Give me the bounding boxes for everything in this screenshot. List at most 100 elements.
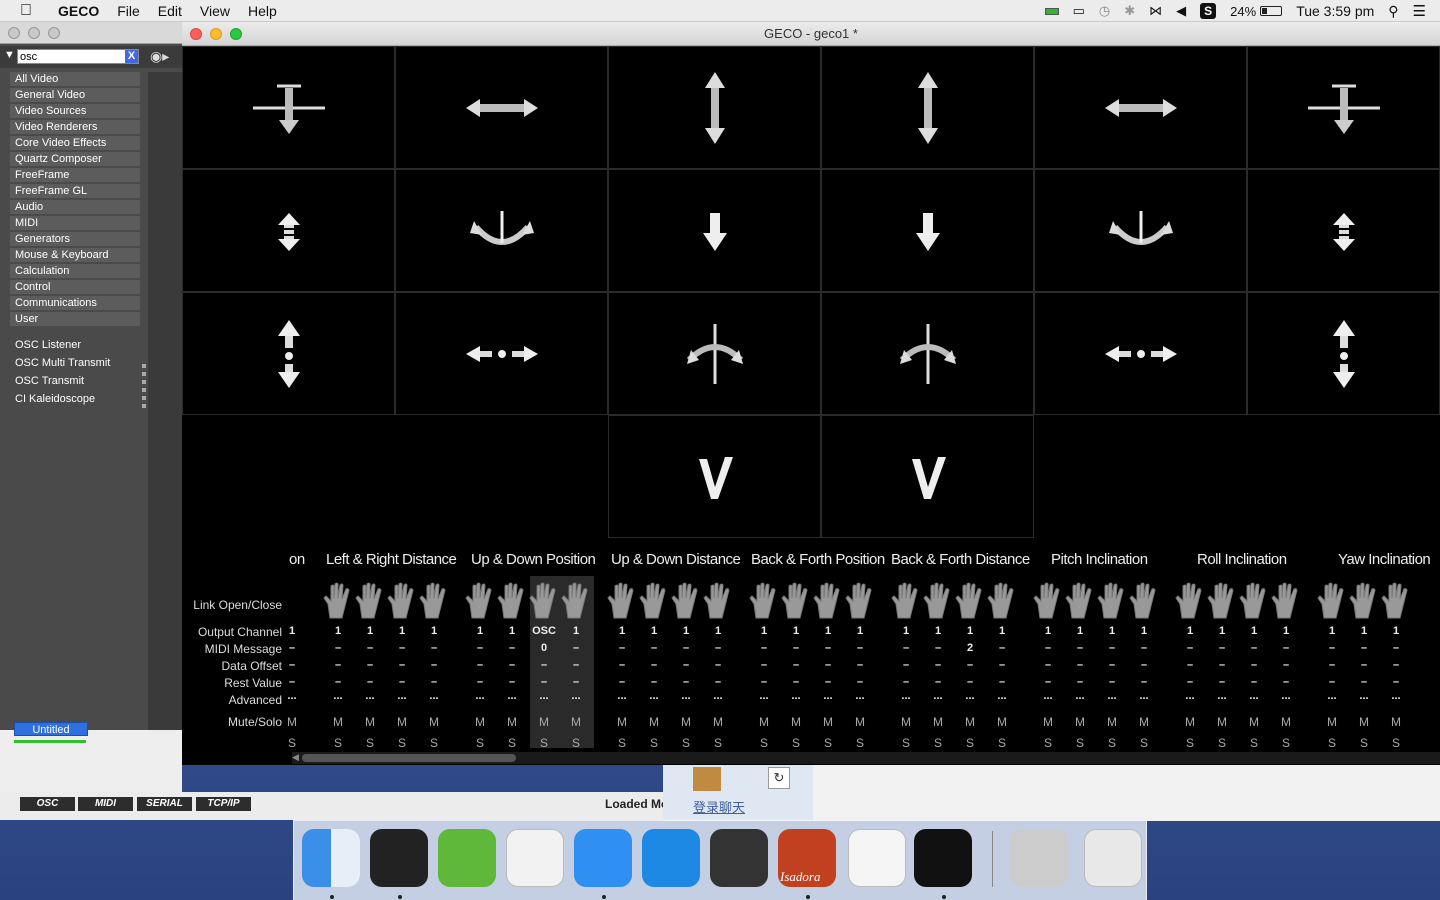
mute-button[interactable]: M: [813, 715, 843, 729]
midi-message-value[interactable]: –: [1317, 642, 1347, 654]
battery-icon[interactable]: [1260, 6, 1283, 16]
time-machine-icon[interactable]: ◷: [1099, 3, 1110, 19]
close-button[interactable]: [8, 27, 20, 39]
midi-message-value[interactable]: –: [561, 642, 591, 654]
solo-button[interactable]: S: [781, 736, 811, 750]
rest-value[interactable]: –: [355, 676, 385, 688]
advanced-button[interactable]: ...: [891, 690, 921, 702]
output-channel-value[interactable]: 1: [749, 625, 779, 637]
link-hand-icon[interactable]: [464, 582, 496, 620]
midi-message-value[interactable]: –: [891, 642, 921, 654]
category-general-video[interactable]: General Video: [10, 88, 140, 102]
rest-value[interactable]: –: [1033, 676, 1063, 688]
midi-message-value[interactable]: –: [923, 642, 953, 654]
output-channel-value[interactable]: 1: [1033, 625, 1063, 637]
spotlight-icon[interactable]: ⚲: [1388, 3, 1398, 20]
menu-view[interactable]: View: [200, 3, 230, 19]
mute-button[interactable]: M: [923, 715, 953, 729]
solo-button[interactable]: S: [923, 736, 953, 750]
advanced-button[interactable]: ...: [529, 690, 559, 702]
link-hand-icon[interactable]: [606, 582, 638, 620]
data-offset-value[interactable]: –: [891, 659, 921, 671]
solo-button[interactable]: S: [1207, 736, 1237, 750]
battery-percent[interactable]: 24%: [1230, 4, 1256, 19]
output-channel-value[interactable]: 1: [813, 625, 843, 637]
volume-icon[interactable]: ◀: [1176, 3, 1186, 19]
mute-button[interactable]: M: [419, 715, 449, 729]
rest-value[interactable]: –: [891, 676, 921, 688]
disclosure-triangle-icon[interactable]: ▼: [4, 49, 15, 61]
midi-message-value[interactable]: –: [1349, 642, 1379, 654]
data-offset-value[interactable]: –: [781, 659, 811, 671]
advanced-button[interactable]: ...: [323, 690, 353, 702]
category-video-sources[interactable]: Video Sources: [10, 104, 140, 118]
solo-button[interactable]: S: [703, 736, 733, 750]
mute-button[interactable]: M: [781, 715, 811, 729]
mute-button[interactable]: M: [607, 715, 637, 729]
link-hand-icon[interactable]: [354, 582, 386, 620]
advanced-button[interactable]: ...: [1065, 690, 1095, 702]
menu-app-name[interactable]: GECO: [58, 3, 99, 19]
advanced-button[interactable]: ...: [813, 690, 843, 702]
protocol-serial[interactable]: SERIAL: [137, 797, 192, 811]
mute-button[interactable]: M: [703, 715, 733, 729]
minimize-button[interactable]: [28, 27, 40, 39]
solo-button[interactable]: S: [1097, 736, 1127, 750]
output-channel-value[interactable]: 1: [1381, 625, 1411, 637]
protocol-midi[interactable]: MIDI: [78, 797, 133, 811]
solo-button[interactable]: S: [465, 736, 495, 750]
solo-button[interactable]: S: [1175, 736, 1205, 750]
mute-button[interactable]: M: [1271, 715, 1301, 729]
category-quartz-composer[interactable]: Quartz Composer: [10, 152, 140, 166]
data-offset-value[interactable]: –: [987, 659, 1017, 671]
link-hand-icon[interactable]: [844, 582, 876, 620]
advanced-button[interactable]: ...: [561, 690, 591, 702]
mute-button[interactable]: M: [749, 715, 779, 729]
output-channel-value[interactable]: 1: [891, 625, 921, 637]
rest-value[interactable]: –: [1097, 676, 1127, 688]
midi-message-value[interactable]: 0: [529, 642, 559, 654]
advanced-button[interactable]: ...: [1207, 690, 1237, 702]
mute-button[interactable]: M: [355, 715, 385, 729]
output-channel-value[interactable]: 1: [607, 625, 637, 637]
mute-button[interactable]: M: [1065, 715, 1095, 729]
actor-osc-transmit[interactable]: OSC Transmit: [15, 372, 145, 390]
rest-value[interactable]: –: [1317, 676, 1347, 688]
data-offset-value[interactable]: –: [387, 659, 417, 671]
scroll-left-arrow-icon[interactable]: ◀: [292, 752, 299, 763]
data-offset-value[interactable]: –: [497, 659, 527, 671]
solo-button[interactable]: S: [639, 736, 669, 750]
solo-button[interactable]: S: [323, 736, 353, 750]
category-all-video[interactable]: All Video: [10, 72, 140, 86]
solo-button[interactable]: S: [355, 736, 385, 750]
data-offset-value[interactable]: –: [1349, 659, 1379, 671]
solo-button[interactable]: S: [497, 736, 527, 750]
dock-chronosync-icon[interactable]: [438, 829, 496, 887]
clock[interactable]: Tue 3:59 pm: [1296, 3, 1374, 19]
solo-button[interactable]: S: [1033, 736, 1063, 750]
mute-button[interactable]: M: [1097, 715, 1127, 729]
link-hand-icon[interactable]: [922, 582, 954, 620]
dock-finder-icon[interactable]: [302, 829, 360, 887]
data-offset-value[interactable]: –: [607, 659, 637, 671]
mute-button[interactable]: M: [1175, 715, 1205, 729]
output-channel-value[interactable]: 1: [419, 625, 449, 637]
midi-message-value[interactable]: –: [1271, 642, 1301, 654]
midi-message-value[interactable]: –: [987, 642, 1017, 654]
link-hand-icon[interactable]: [528, 582, 560, 620]
rest-value[interactable]: –: [813, 676, 843, 688]
category-communications[interactable]: Communications: [10, 296, 140, 310]
actor-search-input[interactable]: [17, 49, 139, 64]
rest-value[interactable]: –: [277, 676, 307, 688]
output-channel-value[interactable]: 1: [987, 625, 1017, 637]
mute-button[interactable]: M: [497, 715, 527, 729]
output-channel-value[interactable]: 1: [561, 625, 591, 637]
midi-message-value[interactable]: –: [1033, 642, 1063, 654]
actor-ci-kaleidoscope[interactable]: CI Kaleidoscope: [15, 390, 145, 408]
mute-button[interactable]: M: [561, 715, 591, 729]
advanced-button[interactable]: ...: [955, 690, 985, 702]
advanced-button[interactable]: ...: [923, 690, 953, 702]
output-channel-value[interactable]: 1: [923, 625, 953, 637]
solo-button[interactable]: S: [1271, 736, 1301, 750]
midi-message-value[interactable]: –: [703, 642, 733, 654]
